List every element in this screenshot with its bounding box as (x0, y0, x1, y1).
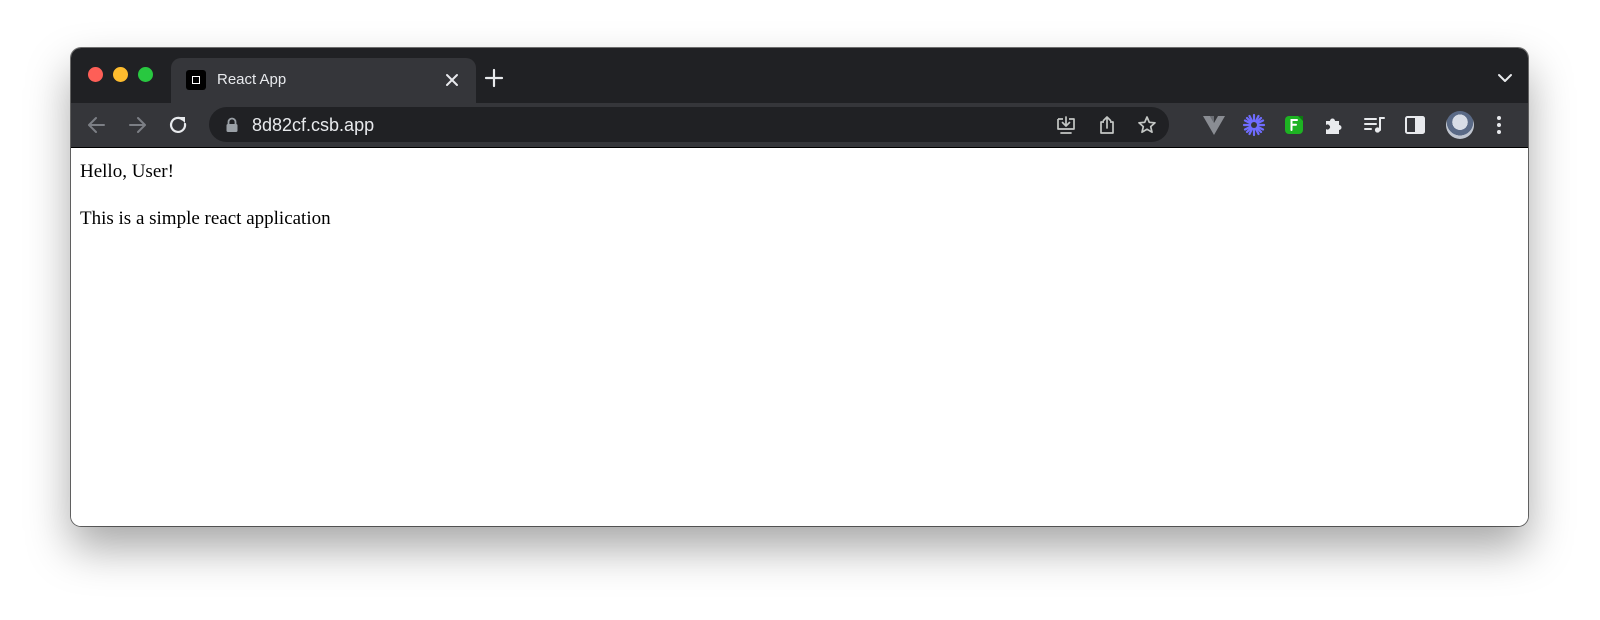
install-app-icon[interactable] (1055, 114, 1077, 136)
vue-devtools-icon[interactable] (1201, 112, 1227, 138)
minimize-window-button[interactable] (113, 67, 128, 82)
address-bar[interactable]: 8d82cf.csb.app (209, 107, 1169, 142)
bookmark-star-icon[interactable] (1136, 114, 1158, 136)
reading-list-icon[interactable] (1361, 112, 1387, 138)
maximize-window-button[interactable] (138, 67, 153, 82)
side-panel-icon[interactable] (1402, 112, 1428, 138)
greeting-text: Hello, User! (80, 161, 174, 182)
url-text[interactable]: 8d82cf.csb.app (252, 115, 374, 136)
tab-title: React App (217, 71, 287, 88)
extension-f-icon[interactable] (1281, 112, 1307, 138)
extension-sparkle-icon[interactable] (1241, 112, 1267, 138)
share-icon[interactable] (1096, 114, 1118, 136)
close-window-button[interactable] (88, 67, 103, 82)
forward-arrow-icon[interactable] (124, 112, 150, 138)
description-text: This is a simple react application (80, 208, 331, 229)
kebab-menu-icon[interactable] (1486, 112, 1512, 138)
puzzle-extensions-icon[interactable] (1321, 112, 1347, 138)
reload-icon[interactable] (165, 112, 191, 138)
close-tab-icon[interactable] (441, 69, 463, 91)
profile-avatar[interactable] (1446, 111, 1474, 139)
tab-strip: React App (71, 48, 1528, 103)
tab-search-chevron-icon[interactable] (1496, 69, 1514, 87)
new-tab-icon[interactable] (483, 67, 505, 89)
lock-icon[interactable] (225, 117, 239, 133)
back-arrow-icon[interactable] (84, 112, 110, 138)
favicon-icon (186, 70, 206, 90)
tab-react-app[interactable]: React App (171, 58, 476, 103)
browser-toolbar: 8d82cf.csb.app (71, 103, 1528, 148)
browser-window: React App 8d82cf.csb.app Hello, User! Th… (71, 48, 1528, 526)
page-content: Hello, User! This is a simple react appl… (71, 148, 1528, 526)
